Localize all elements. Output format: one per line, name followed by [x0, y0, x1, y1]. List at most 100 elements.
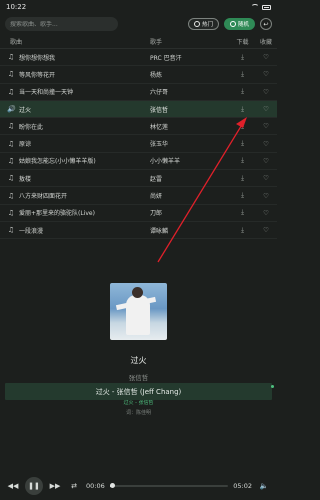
download-icon[interactable]: ⤓ [230, 87, 255, 96]
download-icon[interactable]: ⤓ [230, 174, 255, 183]
song-singer: 尚妍 [150, 193, 163, 201]
total-time: 05:02 [233, 482, 252, 490]
download-icon[interactable]: ⤓ [230, 191, 255, 200]
progress-bar[interactable] [109, 483, 229, 488]
download-icon[interactable]: ⤓ [230, 156, 255, 165]
status-time: 10:22 [6, 3, 27, 11]
heart-icon[interactable]: ♡ [255, 70, 277, 78]
chip-hot-label: 热门 [201, 22, 213, 28]
heart-icon[interactable]: ♡ [255, 209, 277, 217]
heart-icon[interactable]: ♡ [255, 140, 277, 148]
shuffle-button[interactable]: ⇄ [67, 479, 81, 493]
volume-button[interactable]: 🔈 [257, 479, 271, 493]
heart-icon[interactable]: ♡ [255, 122, 277, 130]
heart-icon[interactable]: ♡ [255, 192, 277, 200]
player-bar: ◀◀ ❚❚ ▶▶ ⇄ 00:06 05:02 🔈 [0, 474, 277, 498]
shuffle-icon: ⇄ [71, 482, 77, 490]
chip-random[interactable]: 随机 [223, 18, 255, 30]
current-time: 00:06 [86, 482, 105, 490]
header-favorite: 收藏 [259, 38, 272, 46]
song-singer: 杨炼 [150, 71, 163, 79]
song-name-cell: ♫ 八方来财四面花开 [7, 191, 150, 201]
search-box[interactable] [5, 17, 118, 31]
wifi-icon [251, 4, 259, 10]
download-icon[interactable]: ⤓ [230, 105, 255, 114]
heart-icon[interactable]: ♡ [255, 226, 277, 234]
song-row[interactable]: ♫ 盼你在此 林忆莲 ⤓ ♡ [0, 118, 277, 136]
top-bar: 热门 随机 ↩ [0, 14, 277, 34]
song-row[interactable]: ♫ 想你想你想我 PRC 巴音汗 ⤓ ♡ [0, 49, 277, 67]
download-icon[interactable]: ⤓ [230, 70, 255, 79]
song-singer: 张信哲 [150, 106, 169, 114]
heart-icon[interactable]: ♡ [255, 88, 277, 96]
song-row[interactable]: ♫ 姑娘我怎能忘(小小懒羊羊版) 小小懒羊羊 ⤓ ♡ [0, 153, 277, 171]
pause-button[interactable]: ❚❚ [25, 477, 43, 495]
song-title: 过火 [19, 106, 32, 114]
song-title: 原谅 [19, 141, 32, 149]
back-button[interactable]: ↩ [260, 18, 272, 30]
song-name-cell: 🔊 过火 [7, 105, 150, 114]
song-name-cell: ♫ 敖楼 [7, 174, 150, 183]
download-icon[interactable]: ⤓ [230, 208, 255, 217]
song-title: 八方来财四面花开 [19, 193, 68, 201]
song-row[interactable]: 🔊 过火 张信哲 ⤓ ♡ [0, 100, 277, 119]
song-name-cell: ♫ 爱丽+那里来的骆驼队(Live) [7, 208, 150, 218]
heart-icon[interactable]: ♡ [255, 157, 277, 165]
status-bar: 10:22 [0, 0, 277, 14]
heart-icon[interactable]: ♡ [255, 105, 277, 113]
heart-icon[interactable]: ♡ [255, 174, 277, 182]
song-singer: 张玉华 [150, 141, 169, 149]
now-playing-subline: 过火 - 张信哲 [123, 400, 154, 406]
next-icon: ▶▶ [49, 482, 61, 490]
speaker-icon: 🔊 [7, 105, 16, 114]
song-singer: 刀郎 [150, 210, 163, 218]
next-button[interactable]: ▶▶ [48, 479, 62, 493]
song-list: ♫ 想你想你想我 PRC 巴音汗 ⤓ ♡ ♫ 等风你等花开 杨炼 ⤓ ♡ ♫ 当一天和尚撞一天钟 六仔哥… [0, 49, 277, 240]
music-note-icon: ♫ [7, 208, 15, 217]
song-title: 敖楼 [19, 175, 32, 183]
previous-icon: ◀◀ [7, 482, 19, 490]
status-icons [251, 4, 271, 10]
song-row[interactable]: ♫ 等风你等花开 杨炼 ⤓ ♡ [0, 66, 277, 84]
song-row[interactable]: ♫ 原谅 张玉华 ⤓ ♡ [0, 135, 277, 153]
song-row[interactable]: ♫ 敖楼 赵雷 ⤓ ♡ [0, 170, 277, 188]
song-title: 想你想你想我 [19, 54, 56, 62]
song-title: 盼你在此 [19, 123, 44, 131]
header-song: 歌曲 [10, 38, 23, 46]
music-note-icon: ♫ [7, 174, 15, 183]
song-name-cell: ♫ 想你想你想我 [7, 53, 150, 62]
lyric-credit: 词：陈佳明 [125, 410, 151, 416]
music-note-icon: ♫ [7, 191, 15, 200]
music-note-icon: ♫ [7, 70, 15, 79]
song-row[interactable]: ♫ 当一天和尚撞一天钟 六仔哥 ⤓ ♡ [0, 84, 277, 101]
download-icon[interactable]: ⤓ [230, 226, 255, 235]
music-note-icon: ♫ [7, 226, 15, 235]
song-singer: PRC 巴音汗 [150, 54, 182, 62]
download-icon[interactable]: ⤓ [230, 122, 255, 131]
song-title: 姑娘我怎能忘(小小懒羊羊版) [19, 158, 96, 166]
song-row[interactable]: ♫ 一段浪漫 谭咏麟 ⤓ ♡ [0, 222, 277, 240]
search-input[interactable] [10, 20, 118, 28]
music-note-icon: ♫ [7, 87, 15, 96]
song-name-cell: ♫ 盼你在此 [7, 122, 150, 131]
chip-hot[interactable]: 热门 [187, 18, 219, 30]
song-row[interactable]: ♫ 八方来财四面花开 尚妍 ⤓ ♡ [0, 187, 277, 205]
heart-icon[interactable]: ♡ [255, 53, 277, 61]
song-title: 一段浪漫 [19, 227, 44, 235]
song-row[interactable]: ♫ 爱丽+那里来的骆驼队(Live) 刀郎 ⤓ ♡ [0, 205, 277, 222]
current-lyric: 过火 - 张信哲 (Jeff Chang) [5, 383, 272, 400]
battery-icon [262, 4, 271, 10]
hot-icon [193, 21, 200, 27]
previous-button[interactable]: ◀◀ [6, 479, 20, 493]
download-icon[interactable]: ⤓ [230, 53, 255, 62]
download-icon[interactable]: ⤓ [230, 139, 255, 148]
song-title: 爱丽+那里来的骆驼队(Live) [19, 210, 95, 218]
song-table-header: 歌曲 歌手 下载 收藏 [0, 34, 277, 49]
music-note-icon: ♫ [7, 53, 15, 62]
song-name-cell: ♫ 等风你等花开 [7, 70, 150, 79]
song-singer: 赵雷 [150, 175, 163, 183]
music-note-icon: ♫ [7, 156, 15, 165]
music-note-icon: ♫ [7, 139, 15, 148]
progress-knob[interactable] [110, 483, 116, 488]
song-singer: 六仔哥 [150, 89, 169, 97]
